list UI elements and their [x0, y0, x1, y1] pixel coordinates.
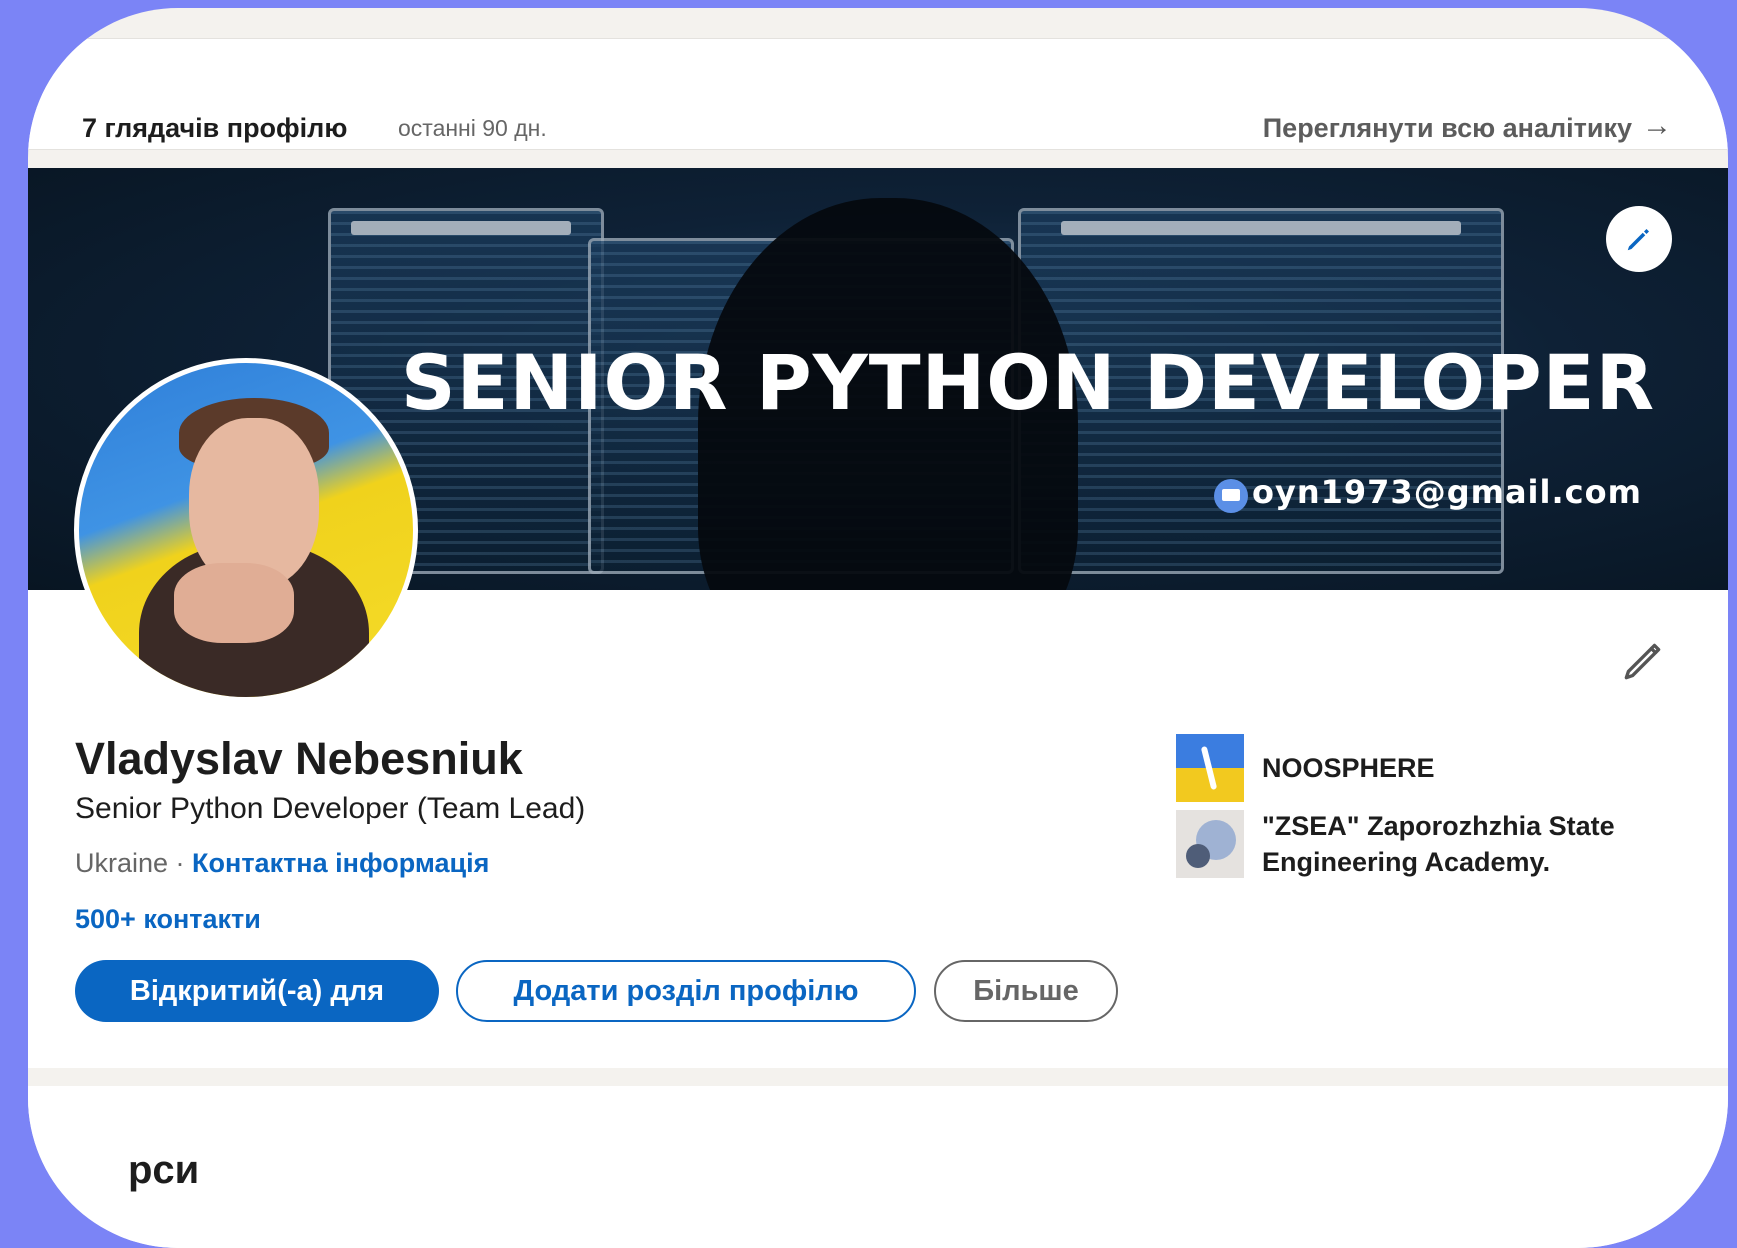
org-item-noosphere[interactable]: NOOSPHERE	[1176, 734, 1696, 802]
pencil-outline-icon	[1624, 643, 1661, 680]
profile-views-count[interactable]: 7 глядачів профілю	[82, 113, 347, 144]
profile-headline: Senior Python Developer (Team Lead)	[75, 792, 586, 825]
zsea-logo	[1176, 810, 1244, 878]
contact-info-link[interactable]: Контактна інформація	[192, 848, 489, 878]
profile-location: Ukraine	[75, 848, 169, 878]
banner-edit-button[interactable]	[1606, 206, 1672, 272]
analytics-period: останні 90 дн.	[398, 115, 547, 141]
add-profile-section-button[interactable]: Додати розділ профілю	[456, 960, 916, 1022]
banner-email: oyn1973@gmail.com	[1208, 473, 1642, 511]
noosphere-logo	[1176, 734, 1244, 802]
org-item-zsea[interactable]: "ZSEA" Zaporozhzhia State Engineering Ac…	[1176, 808, 1696, 880]
pencil-icon	[1627, 229, 1649, 251]
profile-frame: 7 глядачів профілю останні 90 дн. Перегл…	[28, 8, 1728, 1248]
next-section-card	[28, 1086, 1728, 1248]
location-separator: ·	[168, 848, 193, 878]
section-title: рси	[128, 1148, 200, 1192]
avatar[interactable]	[74, 358, 418, 702]
edit-intro-button[interactable]	[1618, 636, 1668, 686]
view-all-analytics-link[interactable]: Переглянути всю аналітику	[1263, 113, 1632, 144]
more-button[interactable]: Більше	[934, 960, 1118, 1022]
section-divider	[28, 1068, 1728, 1086]
arrow-right-icon[interactable]: →	[1642, 109, 1672, 143]
location-line: Ukraine · Контактна інформація	[75, 848, 489, 879]
profile-card: SENIOR PYTHON DEVELOPER oyn1973@gmail.co…	[28, 168, 1728, 1068]
org-name: NOOSPHERE	[1262, 753, 1435, 783]
banner-title: SENIOR PYTHON DEVELOPER	[400, 338, 1656, 427]
banner-email-text: oyn1973@gmail.com	[1252, 473, 1642, 511]
profile-name: Vladyslav Nebesniuk	[75, 733, 523, 784]
org-name: "ZSEA" Zaporozhzhia State Engineering Ac…	[1262, 811, 1615, 877]
analytics-strip: 7 глядачів профілю останні 90 дн. Перегл…	[28, 38, 1728, 150]
connections-link[interactable]: 500+ контакти	[75, 904, 261, 935]
open-to-button[interactable]: Відкритий(-а) для	[75, 960, 439, 1022]
